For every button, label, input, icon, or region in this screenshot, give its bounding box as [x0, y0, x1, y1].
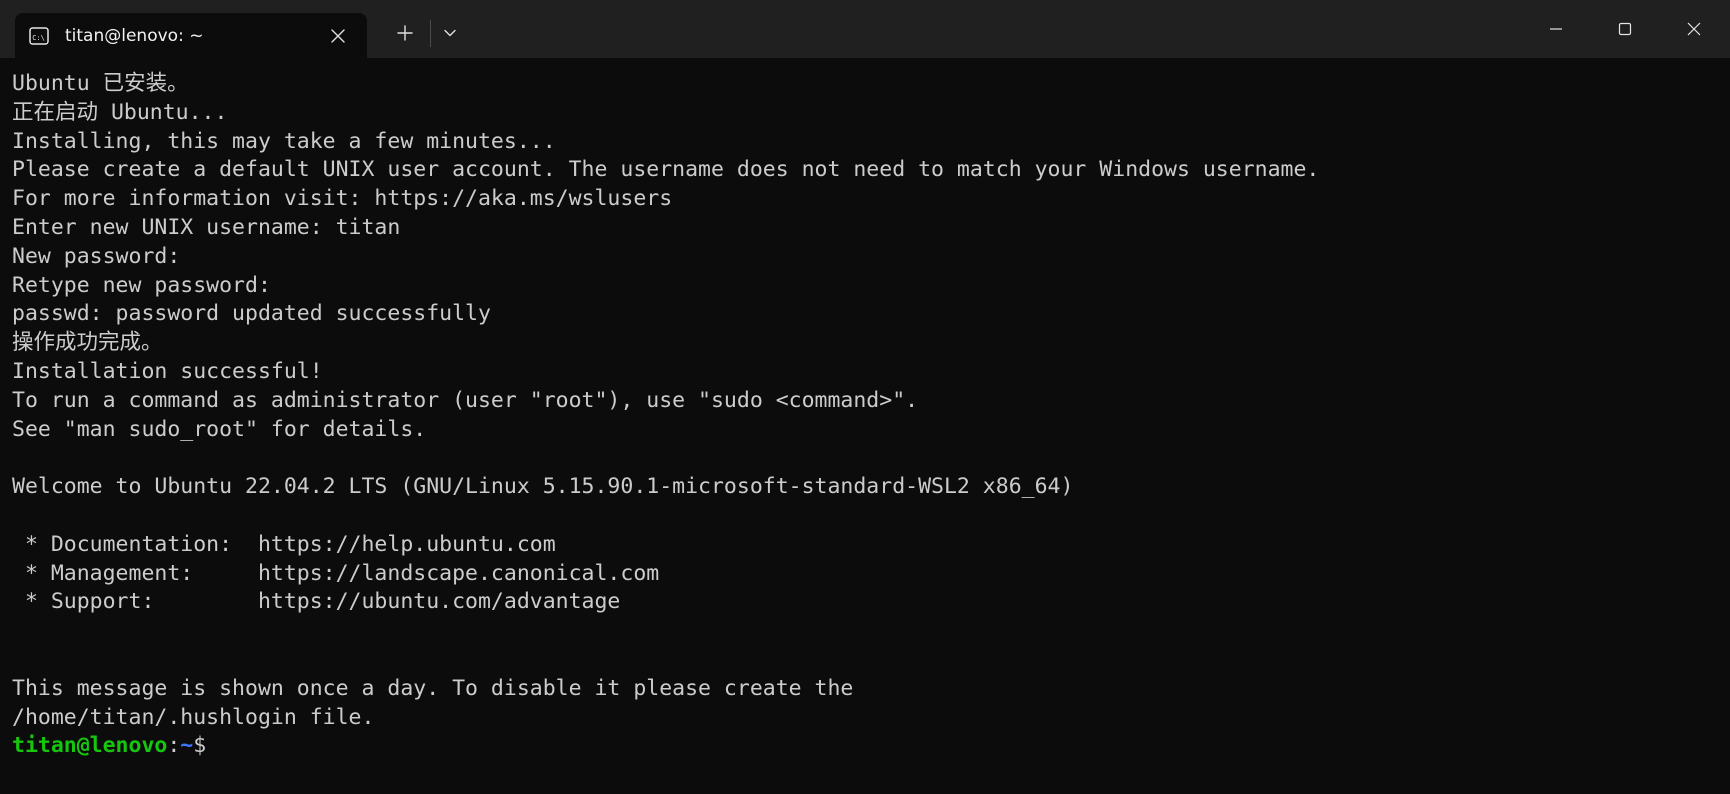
prompt-path: ~ [180, 733, 194, 759]
terminal-line: 正在启动 Ubuntu... [12, 99, 228, 125]
terminal-line: This message is shown once a day. To dis… [12, 675, 854, 701]
tab-close-button[interactable] [326, 24, 350, 48]
plus-icon [397, 25, 413, 41]
terminal-line: 操作成功完成。 [12, 330, 163, 356]
close-icon [331, 29, 345, 43]
terminal-line: Please create a default UNIX user accoun… [12, 157, 1320, 183]
title-bar: C:\ titan@lenovo: ~ [0, 0, 1730, 58]
terminal-line: Installation successful! [12, 358, 323, 384]
prompt-symbol: $ [193, 733, 207, 759]
terminal-line: * Management: https://landscape.canonica… [12, 560, 660, 586]
terminal-line: Enter new UNIX username: titan [12, 214, 401, 240]
terminal-line: passwd: password updated successfully [12, 301, 491, 327]
prompt-user-host: titan@lenovo [12, 733, 168, 759]
terminal-line: New password: [12, 243, 181, 269]
terminal-line: For more information visit: https://aka.… [12, 186, 673, 212]
terminal-line: Ubuntu 已安装。 [12, 71, 189, 96]
terminal-icon: C:\ [28, 26, 50, 46]
terminal-line: /home/titan/.hushlogin file. [12, 704, 375, 730]
minimize-icon [1549, 28, 1562, 30]
tab-title: titan@lenovo: ~ [65, 25, 204, 46]
maximize-button[interactable] [1590, 0, 1659, 58]
svg-text:C:\: C:\ [32, 33, 45, 41]
new-tab-button[interactable] [385, 13, 425, 53]
titlebar-divider [430, 20, 431, 47]
terminal-line: * Documentation: https://help.ubuntu.com [12, 531, 556, 557]
chevron-down-icon [444, 29, 456, 37]
tab-dropdown-button[interactable] [432, 13, 468, 53]
terminal-output[interactable]: Ubuntu 已安装。 正在启动 Ubuntu... Installing, t… [12, 70, 1720, 784]
maximize-icon [1618, 22, 1631, 36]
terminal-window: C:\ titan@lenovo: ~ Ubuntu 已安装。 正在启动 Ubu… [0, 0, 1730, 794]
close-icon [1687, 22, 1700, 36]
terminal-line: See "man sudo_root" for details. [12, 416, 427, 442]
shell-prompt[interactable]: titan@lenovo:~$ [12, 732, 1720, 761]
terminal-line: * Support: https://ubuntu.com/advantage [12, 589, 621, 615]
prompt-colon: : [167, 733, 181, 759]
terminal-line: Installing, this may take a few minutes.… [12, 128, 556, 154]
terminal-line: Welcome to Ubuntu 22.04.2 LTS (GNU/Linux… [12, 474, 1074, 500]
close-window-button[interactable] [1659, 0, 1728, 58]
terminal-line: To run a command as administrator (user … [12, 387, 919, 413]
minimize-button[interactable] [1521, 0, 1590, 58]
tab-active[interactable]: C:\ titan@lenovo: ~ [15, 13, 367, 58]
terminal-line: Retype new password: [12, 272, 271, 298]
